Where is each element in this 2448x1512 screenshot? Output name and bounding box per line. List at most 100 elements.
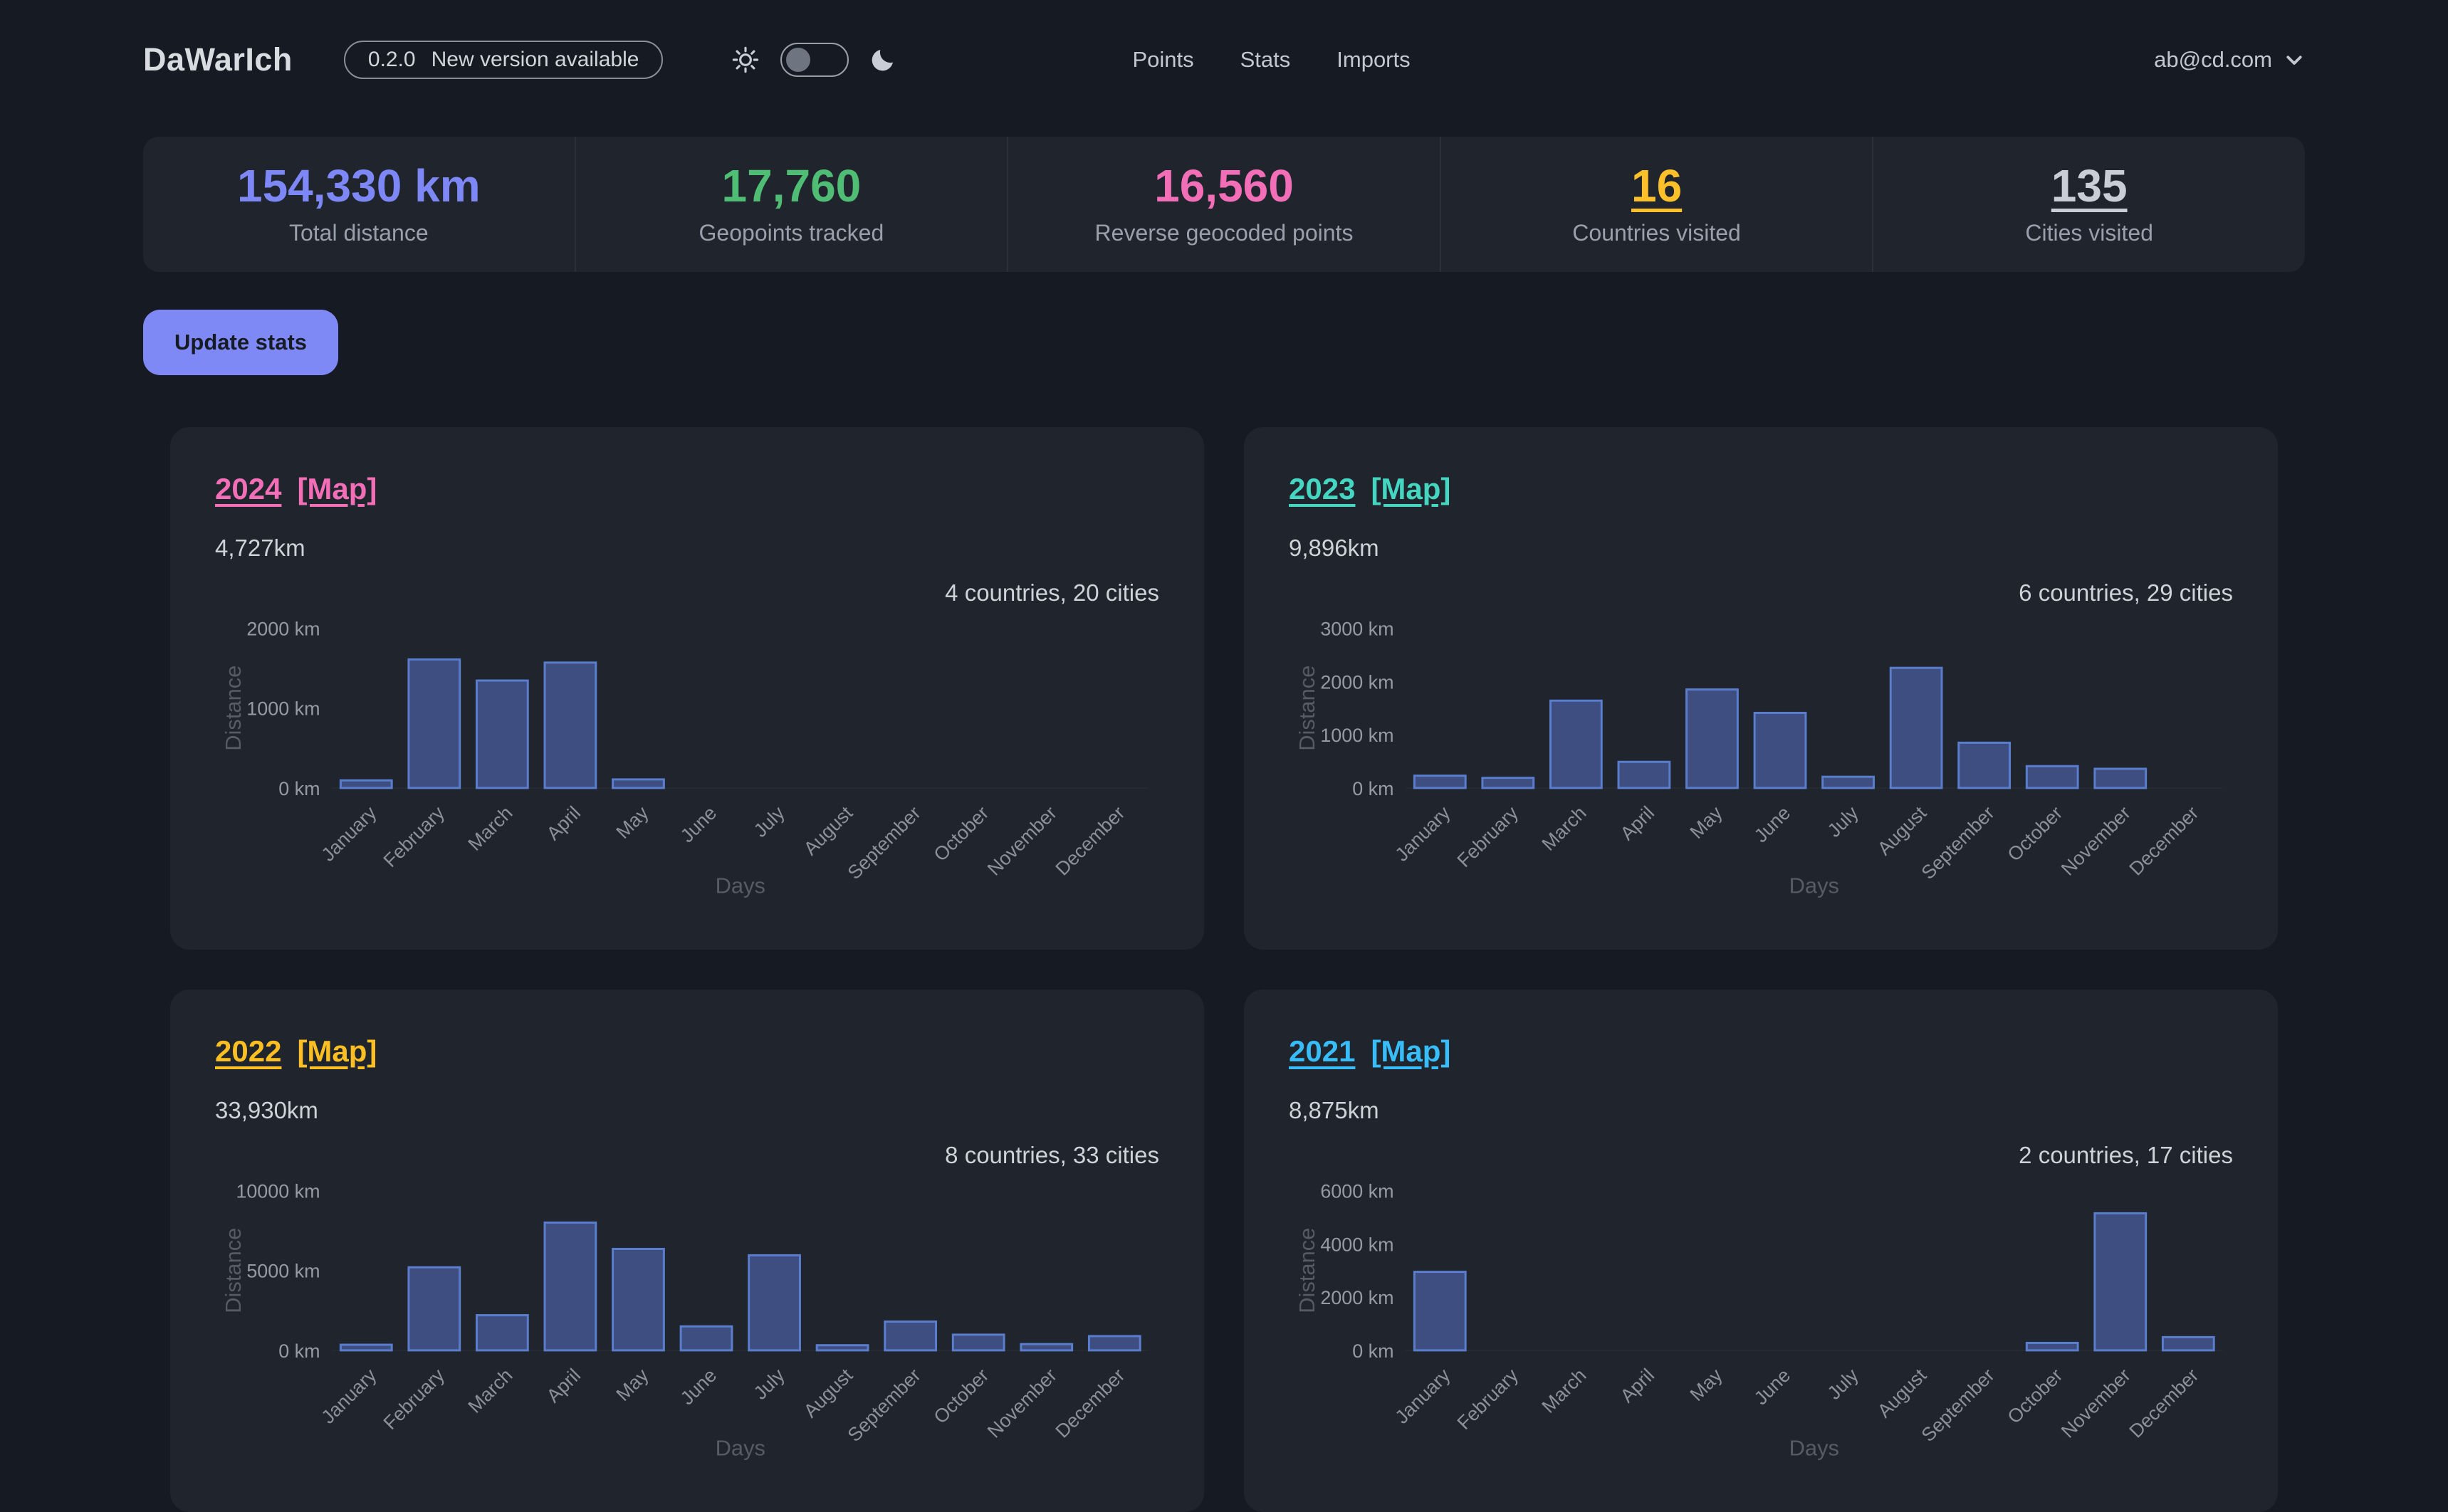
svg-text:Distance: Distance	[221, 666, 246, 751]
svg-text:March: March	[464, 1365, 516, 1417]
svg-text:September: September	[844, 802, 925, 883]
svg-text:March: March	[464, 802, 516, 855]
card-title-row: 2021 [Map]	[1289, 1034, 2233, 1069]
stat-value: 154,330 km	[237, 163, 481, 209]
year-countries-cities: 8 countries, 33 cities	[215, 1142, 1159, 1169]
stat-total-distance: 154,330 km Total distance	[143, 137, 575, 272]
year-total-distance: 8,875km	[1289, 1097, 2233, 1124]
svg-text:March: March	[1537, 1365, 1590, 1417]
svg-text:August: August	[800, 802, 857, 859]
nav-item-stats[interactable]: Stats	[1240, 47, 1291, 73]
svg-text:September: September	[1918, 802, 1999, 883]
svg-text:0 km: 0 km	[278, 778, 320, 799]
stat-label: Countries visited	[1572, 220, 1741, 246]
svg-text:November: November	[2057, 1365, 2135, 1442]
year-total-distance: 9,896km	[1289, 535, 2233, 562]
svg-text:Distance: Distance	[221, 1228, 246, 1313]
summary-stats-bar: 154,330 km Total distance 17,760 Geopoin…	[143, 137, 2305, 272]
stat-label: Geopoints tracked	[699, 220, 884, 246]
svg-text:0 km: 0 km	[1352, 1340, 1393, 1362]
year-link[interactable]: 2023	[1289, 472, 1355, 506]
year-distance-chart: 0 km1000 km2000 km3000 kmJanuaryFebruary…	[1289, 619, 2240, 902]
svg-text:10000 km: 10000 km	[236, 1182, 320, 1202]
svg-text:September: September	[844, 1365, 925, 1446]
svg-text:Days: Days	[1789, 873, 1839, 898]
nav-item-imports[interactable]: Imports	[1337, 47, 1410, 73]
account-menu[interactable]: ab@cd.com	[2154, 47, 2305, 73]
year-cards-grid: 2024 [Map] 4,727km 4 countries, 20 citie…	[143, 427, 2305, 1512]
app-logo: DaWarIch	[143, 41, 293, 78]
svg-text:6000 km: 6000 km	[1320, 1182, 1393, 1202]
svg-text:January: January	[318, 1364, 381, 1427]
year-link[interactable]: 2021	[1289, 1034, 1355, 1069]
cities-visited-link[interactable]: 135	[2051, 163, 2128, 209]
svg-text:October: October	[930, 802, 993, 866]
sun-icon	[731, 45, 760, 75]
svg-text:August: August	[800, 1364, 857, 1422]
svg-text:February: February	[380, 802, 449, 871]
stat-label: Reverse geocoded points	[1095, 220, 1354, 246]
map-link[interactable]: [Map]	[297, 472, 377, 506]
card-title-row: 2022 [Map]	[215, 1034, 1159, 1069]
svg-text:October: October	[930, 1365, 993, 1428]
svg-text:1000 km: 1000 km	[1320, 725, 1393, 746]
map-link[interactable]: [Map]	[297, 1034, 377, 1069]
svg-text:Distance: Distance	[1294, 666, 1319, 751]
year-total-distance: 33,930km	[215, 1097, 1159, 1124]
svg-text:0 km: 0 km	[278, 1340, 320, 1362]
svg-text:Distance: Distance	[1294, 1228, 1319, 1313]
stat-label: Total distance	[289, 220, 429, 246]
countries-visited-link[interactable]: 16	[1631, 163, 1682, 209]
svg-text:June: June	[676, 802, 721, 846]
stat-countries-visited: 16 Countries visited	[1440, 137, 1873, 272]
map-link[interactable]: [Map]	[1371, 472, 1450, 506]
update-stats-button[interactable]: Update stats	[143, 310, 338, 375]
moon-icon	[869, 46, 897, 74]
svg-text:March: March	[1537, 802, 1590, 855]
map-link[interactable]: [Map]	[1371, 1034, 1450, 1069]
svg-text:April: April	[543, 1365, 585, 1407]
svg-text:April: April	[543, 802, 585, 844]
svg-text:April: April	[1616, 802, 1658, 844]
year-link[interactable]: 2024	[215, 472, 281, 506]
svg-text:1000 km: 1000 km	[246, 698, 320, 720]
svg-text:November: November	[2057, 802, 2135, 880]
svg-text:Days: Days	[716, 873, 765, 898]
year-countries-cities: 4 countries, 20 cities	[215, 579, 1159, 607]
svg-text:December: December	[2125, 1365, 2203, 1442]
svg-text:August: August	[1873, 1364, 1931, 1422]
svg-text:4000 km: 4000 km	[1320, 1234, 1393, 1255]
svg-text:February: February	[380, 1364, 449, 1434]
svg-text:April: April	[1616, 1365, 1658, 1407]
svg-text:February: February	[1453, 802, 1523, 871]
theme-toggle-switch[interactable]	[780, 43, 849, 77]
nav-item-points[interactable]: Points	[1132, 47, 1193, 73]
stat-geopoints-tracked: 17,760 Geopoints tracked	[575, 137, 1008, 272]
svg-text:May: May	[1685, 1364, 1727, 1405]
stat-reverse-geocoded: 16,560 Reverse geocoded points	[1007, 137, 1440, 272]
account-email: ab@cd.com	[2154, 47, 2272, 73]
year-countries-cities: 2 countries, 17 cities	[1289, 1142, 2233, 1169]
year-link[interactable]: 2022	[215, 1034, 281, 1069]
card-title-row: 2024 [Map]	[215, 472, 1159, 506]
svg-text:0 km: 0 km	[1352, 778, 1393, 799]
stat-cities-visited: 135 Cities visited	[1872, 137, 2305, 272]
main-nav: Points Stats Imports	[1132, 47, 1410, 73]
year-countries-cities: 6 countries, 29 cities	[1289, 579, 2233, 607]
svg-text:May: May	[612, 1364, 653, 1405]
svg-text:January: January	[318, 802, 381, 865]
year-card-2024: 2024 [Map] 4,727km 4 countries, 20 citie…	[170, 427, 1204, 950]
svg-text:December: December	[2125, 802, 2203, 880]
stat-label: Cities visited	[2025, 220, 2153, 246]
version-badge[interactable]: 0.2.0 New version available	[344, 41, 664, 79]
year-card-2023: 2023 [Map] 9,896km 6 countries, 29 citie…	[1244, 427, 2278, 950]
svg-text:5000 km: 5000 km	[246, 1261, 320, 1282]
svg-text:January: January	[1391, 802, 1455, 865]
svg-text:July: July	[750, 1364, 789, 1403]
svg-text:June: June	[1750, 802, 1794, 846]
chevron-down-icon	[2284, 49, 2305, 70]
app-header: DaWarIch 0.2.0 New version available Poi…	[143, 0, 2305, 93]
svg-text:February: February	[1453, 1364, 1523, 1434]
svg-text:May: May	[612, 802, 653, 843]
svg-text:September: September	[1918, 1365, 1999, 1446]
